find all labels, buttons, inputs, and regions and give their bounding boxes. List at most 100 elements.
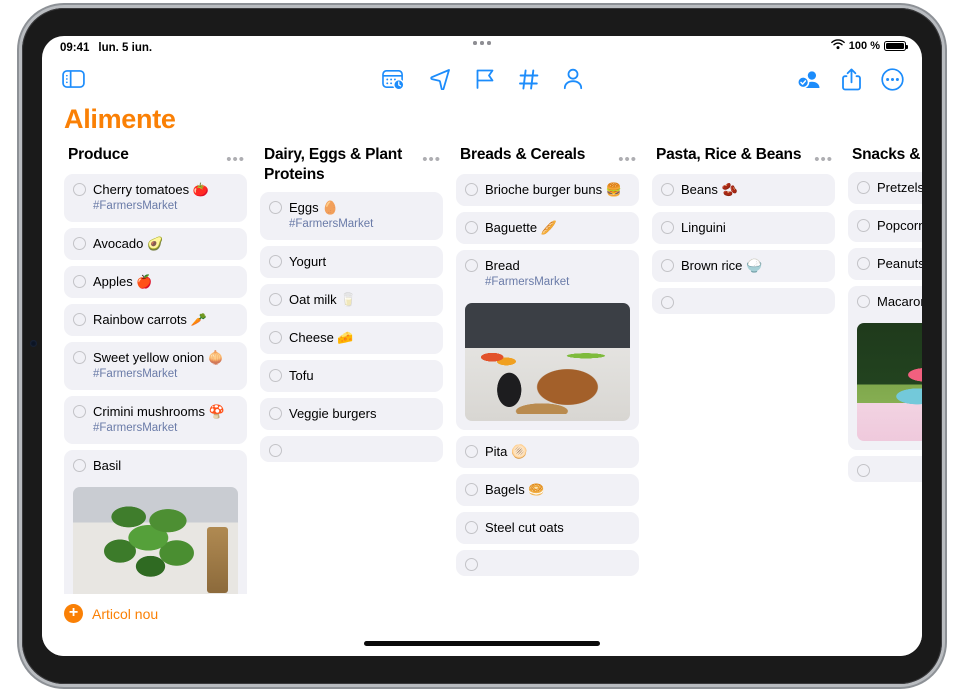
item-checkbox[interactable] (269, 369, 282, 382)
reminder-item[interactable]: Cherry tomatoes 🍅 #FarmersMarket (64, 174, 247, 222)
item-title: Brown rice 🍚 (681, 258, 763, 273)
reminder-item[interactable]: Bagels 🥯 (456, 474, 639, 506)
reminder-item[interactable]: Cheese 🧀 (260, 322, 443, 354)
empty-item-row[interactable] (848, 456, 922, 482)
multitasking-dots-button[interactable] (42, 41, 922, 45)
item-photo-attachment[interactable] (73, 487, 238, 605)
column-more-options-icon[interactable]: ••• (618, 152, 637, 167)
item-checkbox[interactable] (269, 293, 282, 306)
reminder-item[interactable]: Pretzels 🥨 (848, 172, 922, 204)
reminder-item[interactable]: Peanuts 🥜 (848, 248, 922, 280)
item-title: Oat milk 🥛 (289, 292, 357, 307)
reminder-item[interactable]: Basil (64, 450, 247, 614)
item-body: Baguette 🥖 (485, 220, 630, 235)
item-checkbox[interactable] (465, 221, 478, 234)
item-title: Veggie burgers (289, 406, 377, 421)
person-icon[interactable] (563, 68, 583, 90)
item-body: Avocado 🥑 (93, 236, 238, 251)
item-checkbox[interactable] (857, 464, 870, 477)
item-checkbox[interactable] (661, 221, 674, 234)
item-checkbox[interactable] (269, 407, 282, 420)
item-checkbox[interactable] (661, 259, 674, 272)
item-checkbox[interactable] (857, 257, 870, 270)
item-title: Tofu (289, 368, 314, 383)
reminder-item[interactable]: Tofu (260, 360, 443, 392)
item-checkbox[interactable] (857, 219, 870, 232)
item-checkbox[interactable] (269, 444, 282, 457)
item-checkbox[interactable] (269, 331, 282, 344)
item-checkbox[interactable] (73, 237, 86, 250)
reminder-item[interactable]: Yogurt (260, 246, 443, 278)
column-more-options-icon[interactable]: ••• (422, 152, 441, 167)
item-tag[interactable]: #FarmersMarket (289, 217, 434, 231)
home-indicator[interactable] (364, 641, 600, 646)
item-title: Eggs 🥚 (289, 200, 339, 215)
item-checkbox[interactable] (73, 275, 86, 288)
item-checkbox[interactable] (73, 313, 86, 326)
reminder-item[interactable]: Eggs 🥚 #FarmersMarket (260, 192, 443, 240)
reminder-item[interactable]: Baguette 🥖 (456, 212, 639, 244)
column-more-options-icon[interactable]: ••• (226, 152, 245, 167)
reminder-item[interactable]: Popcorn 🍿 (848, 210, 922, 242)
reminder-item[interactable]: Steel cut oats (456, 512, 639, 544)
item-tag[interactable]: #FarmersMarket (93, 199, 238, 213)
empty-item-row[interactable] (652, 288, 835, 314)
item-checkbox[interactable] (857, 295, 870, 308)
item-title: Pretzels 🥨 (877, 180, 922, 195)
reminder-item[interactable]: Brown rice 🍚 (652, 250, 835, 282)
item-checkbox[interactable] (269, 201, 282, 214)
navigation-arrow-icon[interactable] (429, 68, 451, 90)
reminder-item[interactable]: Veggie burgers (260, 398, 443, 430)
reminder-item[interactable]: Linguini (652, 212, 835, 244)
item-body: Bread #FarmersMarket (485, 258, 630, 289)
empty-item-row[interactable] (456, 550, 639, 576)
item-checkbox[interactable] (857, 181, 870, 194)
reminder-item[interactable]: Brioche burger buns 🍔 (456, 174, 639, 206)
calendar-clock-icon[interactable] (381, 68, 405, 90)
reminder-item[interactable]: Oat milk 🥛 (260, 284, 443, 316)
item-checkbox[interactable] (465, 259, 478, 272)
kanban-board[interactable]: Produce ••• Cherry tomatoes 🍅 #FarmersMarke… (42, 145, 922, 615)
item-body: Tofu (289, 368, 434, 383)
reminder-item[interactable]: Sweet yellow onion 🧅 #FarmersMarket (64, 342, 247, 390)
item-body: Yogurt (289, 254, 434, 269)
column-more-options-icon[interactable]: ••• (814, 152, 833, 167)
item-body: Oat milk 🥛 (289, 292, 434, 307)
item-checkbox[interactable] (73, 351, 86, 364)
multitask-dot (473, 41, 477, 45)
empty-item-row[interactable] (260, 436, 443, 462)
item-body: Cherry tomatoes 🍅 #FarmersMarket (93, 182, 238, 213)
item-checkbox[interactable] (73, 183, 86, 196)
item-checkbox[interactable] (465, 483, 478, 496)
new-item-button[interactable]: + Articol nou (64, 604, 922, 623)
reminder-item[interactable]: Macarons (848, 286, 922, 450)
reminder-item[interactable]: Avocado 🥑 (64, 228, 247, 260)
flag-icon[interactable] (475, 68, 495, 90)
item-checkbox[interactable] (465, 445, 478, 458)
item-title: Linguini (681, 220, 726, 235)
reminder-item[interactable]: Crimini mushrooms 🍄 #FarmersMarket (64, 396, 247, 444)
item-tag[interactable]: #FarmersMarket (93, 421, 238, 435)
item-checkbox[interactable] (269, 255, 282, 268)
item-checkbox[interactable] (73, 459, 86, 472)
item-checkbox[interactable] (465, 558, 478, 571)
item-checkbox[interactable] (465, 521, 478, 534)
item-checkbox[interactable] (661, 296, 674, 309)
reminder-item[interactable]: Pita 🫓 (456, 436, 639, 468)
item-title: Popcorn 🍿 (877, 218, 922, 233)
item-photo-attachment[interactable] (465, 303, 630, 421)
hashtag-icon[interactable] (518, 69, 539, 90)
item-checkbox[interactable] (465, 183, 478, 196)
reminder-item[interactable]: Apples 🍎 (64, 266, 247, 298)
column-items: Pretzels 🥨 Popcorn 🍿 Peanuts 🥜 Macarons (848, 172, 922, 482)
item-checkbox[interactable] (73, 405, 86, 418)
item-tag[interactable]: #FarmersMarket (485, 275, 630, 289)
item-photo-attachment[interactable] (857, 323, 922, 441)
reminder-item[interactable]: Bread #FarmersMarket (456, 250, 639, 430)
reminder-item[interactable]: Beans 🫘 (652, 174, 835, 206)
item-title: Sweet yellow onion 🧅 (93, 350, 225, 365)
item-checkbox[interactable] (661, 183, 674, 196)
reminder-item[interactable]: Rainbow carrots 🥕 (64, 304, 247, 336)
item-body: Beans 🫘 (681, 182, 826, 197)
item-tag[interactable]: #FarmersMarket (93, 367, 238, 381)
